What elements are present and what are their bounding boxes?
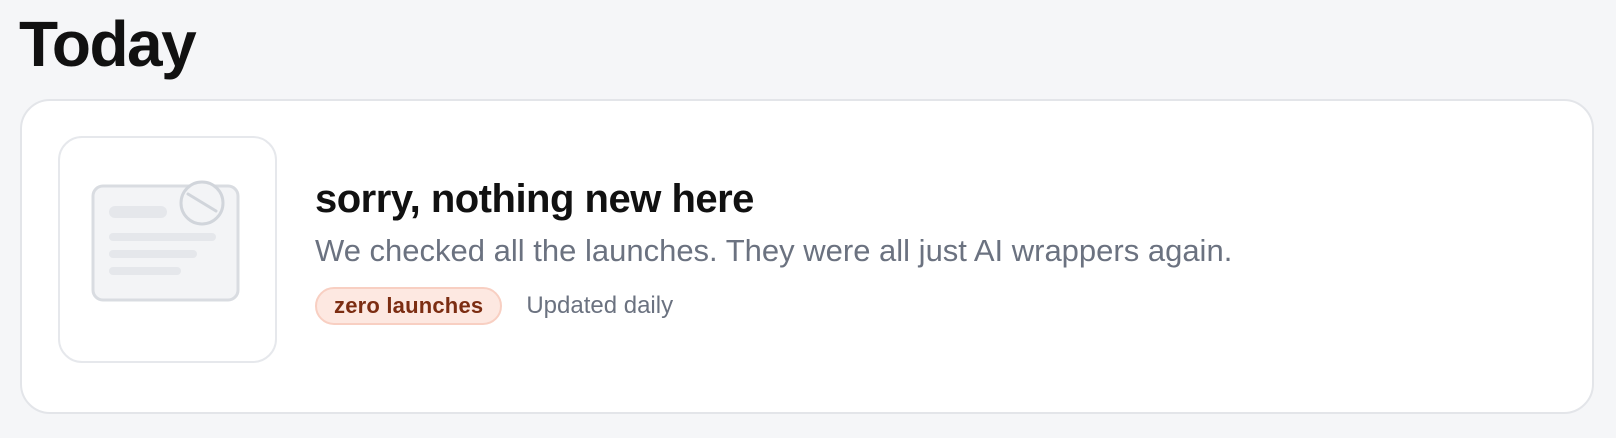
update-frequency-label: Updated daily [526, 292, 674, 319]
empty-state-meta: zero launches Updated daily [315, 286, 673, 326]
empty-state-title: sorry, nothing new here [315, 177, 754, 221]
page: Today sorry, nothing new here We checked… [0, 0, 1616, 438]
status-badge: zero launches [315, 287, 503, 325]
empty-card-with-prohibited-badge-icon [91, 180, 240, 302]
empty-state-card: sorry, nothing new here We checked all t… [20, 99, 1594, 414]
empty-state-description: We checked all the launches. They were a… [315, 233, 1233, 268]
empty-thumbnail [58, 136, 277, 363]
page-title: Today [19, 8, 197, 80]
